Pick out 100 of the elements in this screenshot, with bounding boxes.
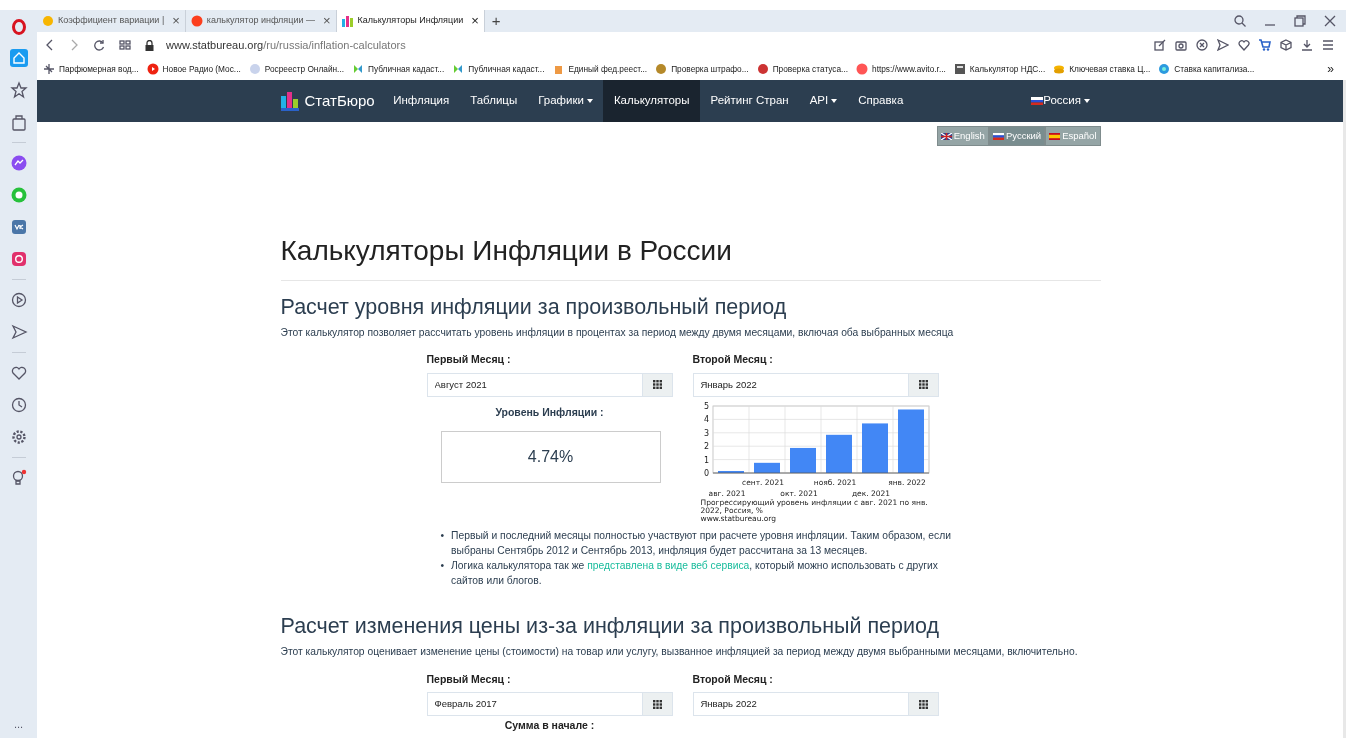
heart-icon[interactable] xyxy=(9,364,28,382)
bar xyxy=(753,462,780,473)
bookmark-link[interactable]: Единый фед.реест... xyxy=(568,62,648,76)
send-icon[interactable] xyxy=(9,323,28,341)
close-icon[interactable] xyxy=(1324,15,1336,27)
month-field[interactable]: Январь 2022 xyxy=(692,372,909,397)
shopping-bag-icon[interactable] xyxy=(9,113,28,131)
chat-bubble-icon[interactable] xyxy=(9,154,28,172)
close-icon[interactable]: × xyxy=(172,11,180,31)
reload-icon[interactable] xyxy=(93,39,105,51)
close-icon[interactable]: × xyxy=(471,11,479,31)
tick-label: 0 xyxy=(703,468,709,478)
grid-icon xyxy=(918,699,928,709)
bookmark-link[interactable]: Публичная кадаст... xyxy=(368,62,445,76)
nav-link[interactable]: Справка xyxy=(847,80,914,122)
bookmark-link[interactable]: Росреестр Онлайн... xyxy=(264,62,345,76)
section-description: Этот калькулятор позволяет рассчитать уровень инфляции в процентах за период между двумя месяцами, включая оба выбранных месяца xyxy=(280,325,955,340)
tick-label: 1 xyxy=(703,455,709,465)
note-text: Логика калькулятора так же представлена в виде веб сервиса, который можно использовать с других сайтов или блогов. xyxy=(451,559,939,589)
nav-link[interactable]: Рейтинг Стран xyxy=(700,80,800,122)
play-icon[interactable] xyxy=(9,291,28,309)
result-value: 4.74% xyxy=(440,430,661,483)
home-icon[interactable] xyxy=(9,49,28,67)
bookmark-link[interactable]: Калькулятор НДС... xyxy=(969,62,1046,76)
bookmark-icon[interactable] xyxy=(756,63,769,75)
bullet: • xyxy=(440,529,445,544)
camera-icon[interactable] xyxy=(9,250,28,268)
section-title: Расчет изменения цены из-за инфляции за произвольный период xyxy=(280,614,941,641)
bookmark-icon[interactable] xyxy=(146,63,159,75)
calendar-button[interactable] xyxy=(908,692,939,717)
bookmark-link[interactable]: Публичная кадаст... xyxy=(468,62,545,76)
bookmark-link[interactable]: Новое Радио (Мос... xyxy=(162,62,241,76)
bookmark-icon[interactable] xyxy=(352,63,365,75)
flag-icon xyxy=(1049,132,1061,140)
nav-link[interactable]: Инфляция xyxy=(382,80,460,122)
bookmark-link[interactable]: Проверка статуса... xyxy=(772,62,849,76)
more-button[interactable]: ... xyxy=(13,715,24,732)
bookmark-icon[interactable] xyxy=(856,63,869,75)
section-description: Этот калькулятор оценивает изменение цены (стоимости) на товар или услугу, вызванное инфляцией за период между двумя выбранными месяцами, включительно. xyxy=(280,645,1079,660)
nav-link[interactable]: Графики xyxy=(527,80,604,122)
bookmark-link[interactable]: Ставка капитализа... xyxy=(1174,62,1255,76)
field-label: Второй Месяц : xyxy=(692,352,774,368)
calendar-button[interactable] xyxy=(642,692,673,717)
send-icon[interactable] xyxy=(1217,39,1229,51)
lock-icon xyxy=(145,39,154,51)
edit-icon[interactable] xyxy=(1154,39,1166,51)
block-icon[interactable] xyxy=(1196,39,1208,51)
search-icon[interactable] xyxy=(1234,15,1246,27)
more-bookmarks-button[interactable]: » xyxy=(1327,60,1340,78)
tick-label: 4 xyxy=(703,415,709,425)
cube-icon[interactable] xyxy=(1280,39,1292,51)
field-label: Второй Месяц : xyxy=(692,671,774,687)
bookmark-icon[interactable] xyxy=(452,63,465,75)
bookmark-link[interactable]: https://www.avito.r... xyxy=(872,62,946,76)
bookmark-link[interactable]: Ключевая ставка Ц... xyxy=(1069,62,1151,76)
browser-tab[interactable]: калькулятор инфляции — × xyxy=(185,10,337,32)
bookmark-link[interactable]: Проверка штрафо... xyxy=(671,62,749,76)
nav-link[interactable]: Калькуляторы xyxy=(603,80,700,122)
section-title: Расчет уровня инфляции за произвольный период xyxy=(280,294,788,321)
square-logo-icon[interactable] xyxy=(9,218,28,236)
settings-icon[interactable] xyxy=(1322,39,1334,51)
nav-link[interactable]: Таблицы xyxy=(459,80,528,122)
month-field[interactable]: Февраль 2017 xyxy=(426,692,643,717)
camera-icon[interactable] xyxy=(1175,39,1187,51)
cart-icon[interactable] xyxy=(1259,39,1271,51)
back-icon[interactable] xyxy=(45,39,55,51)
bookmark-icon[interactable] xyxy=(953,63,966,75)
settings-icon[interactable] xyxy=(9,428,28,446)
tick-label: 2 xyxy=(703,442,709,452)
bookmark-icon[interactable] xyxy=(1158,63,1171,75)
favicon-icon xyxy=(341,15,354,27)
heart-icon[interactable] xyxy=(1238,39,1250,51)
star-icon[interactable] xyxy=(9,81,28,99)
favicon-icon xyxy=(190,15,203,27)
clock-icon[interactable] xyxy=(9,396,28,414)
grid-icon xyxy=(652,380,662,390)
brand-name[interactable]: СтатБюро xyxy=(304,89,375,113)
new-tab-button[interactable]: + xyxy=(484,9,508,33)
month-field[interactable]: Август 2021 xyxy=(426,372,643,397)
field-label: Первый Месяц : xyxy=(426,352,512,368)
browser-tab[interactable]: Коэффициент вариации | × xyxy=(37,10,186,32)
bookmark-icon[interactable] xyxy=(655,63,668,75)
bar xyxy=(717,470,744,473)
restore-icon[interactable] xyxy=(1294,15,1306,27)
flag-icon xyxy=(992,132,1004,140)
browser-tab[interactable]: Калькуляторы Инфляции × xyxy=(336,10,485,32)
region-dropdown[interactable]: Россия xyxy=(1020,80,1101,122)
tiles-icon[interactable] xyxy=(119,39,131,51)
download-icon[interactable] xyxy=(1301,39,1313,51)
close-icon[interactable]: × xyxy=(322,11,331,31)
bullet: • xyxy=(440,559,445,574)
calendar-button[interactable] xyxy=(908,372,939,397)
bookmark-link[interactable]: Парфюмерная вод... xyxy=(59,62,139,76)
grid-icon xyxy=(918,380,928,390)
month-field[interactable]: Январь 2022 xyxy=(692,692,909,717)
browser-logo-icon[interactable] xyxy=(11,19,26,35)
url-field[interactable]: www.statbureau.org/ru/russia/inflation-calculators xyxy=(166,36,406,54)
nav-link[interactable]: API xyxy=(799,80,848,122)
bookmark-icon[interactable] xyxy=(43,63,55,75)
calendar-button[interactable] xyxy=(642,372,673,397)
